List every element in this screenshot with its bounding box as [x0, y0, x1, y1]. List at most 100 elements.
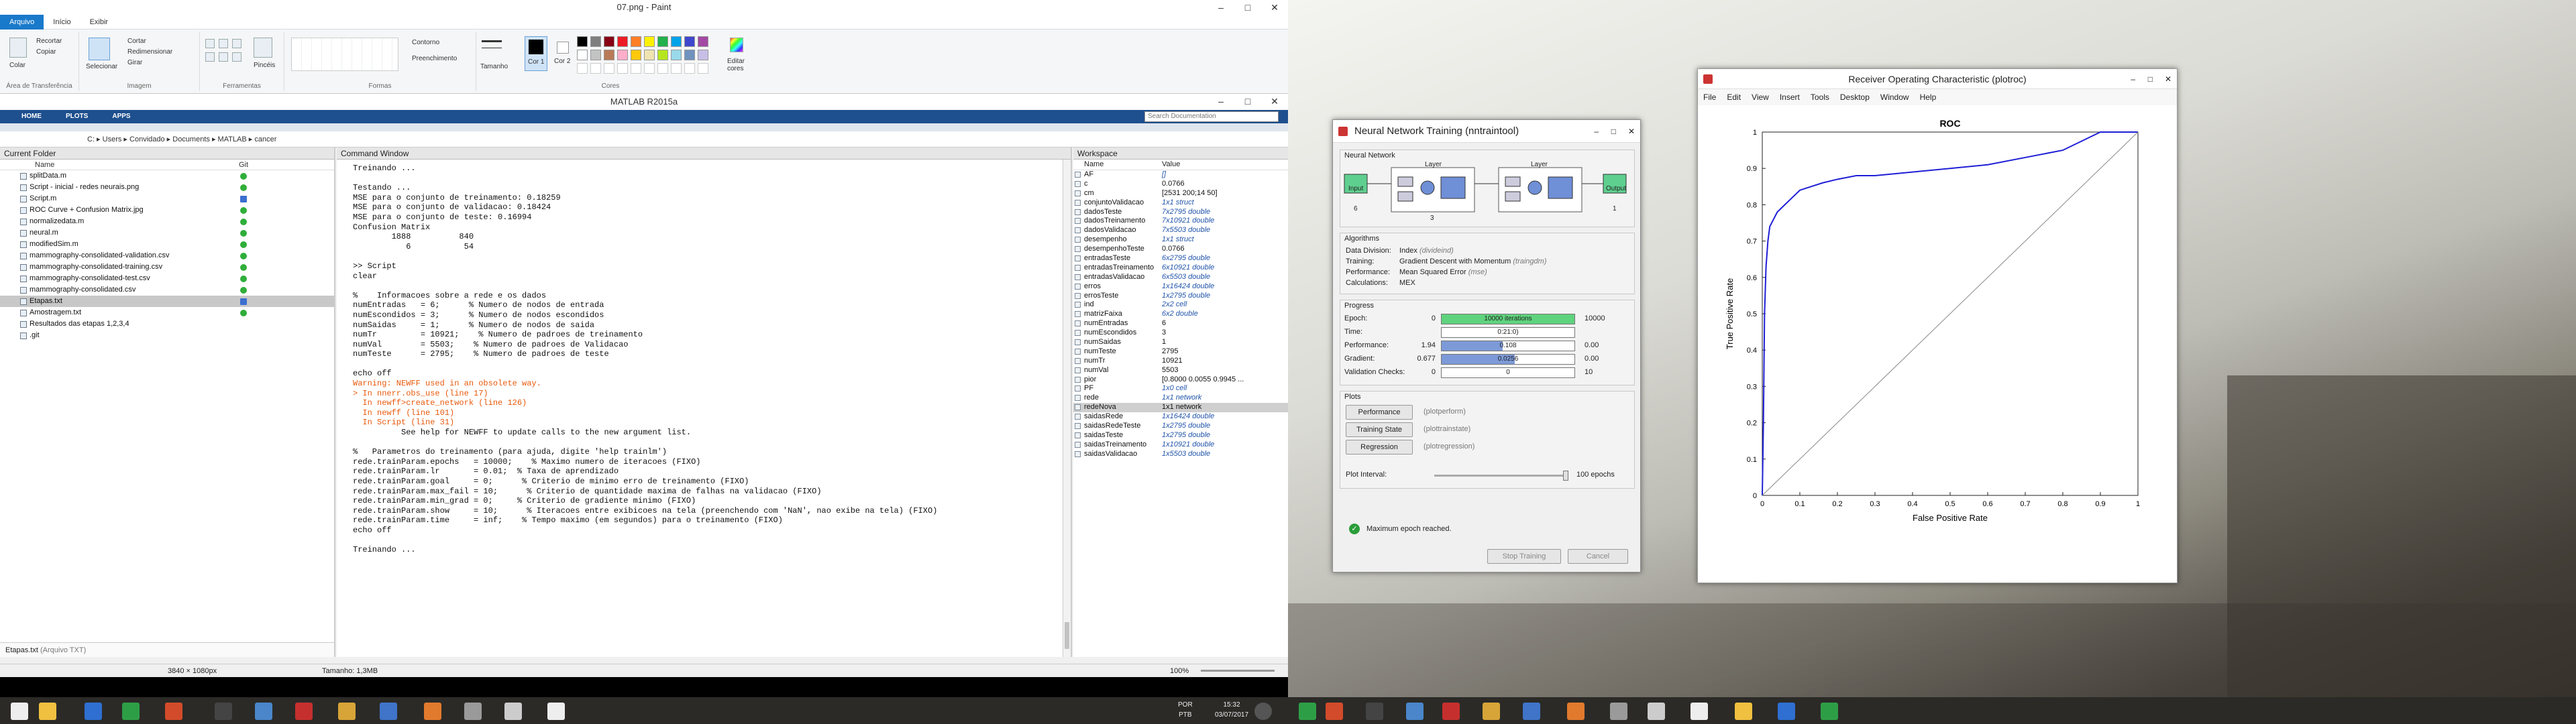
- fill-button[interactable]: Preenchimento: [412, 55, 457, 62]
- path-seg-0[interactable]: C:: [87, 135, 95, 143]
- palette-swatch[interactable]: [590, 36, 601, 47]
- file-row[interactable]: mammography-consolidated-test.csv: [0, 273, 334, 284]
- workspace-row[interactable]: dadosValidacao 7x5503 double: [1073, 226, 1288, 235]
- taskbar-app-icon[interactable]: [11, 703, 28, 720]
- workspace-row[interactable]: numEscondidos 3: [1073, 328, 1288, 338]
- palette-swatch[interactable]: [644, 50, 655, 60]
- folder-col-name[interactable]: Name: [35, 160, 54, 170]
- taskbar-app-icon[interactable]: [464, 703, 482, 720]
- taskbar-app-icon[interactable]: [424, 703, 441, 720]
- ws-col-value[interactable]: Value: [1162, 160, 1180, 168]
- path-seg-2[interactable]: Convidado: [129, 135, 165, 143]
- command-window-output[interactable]: Treinando ... Testando ... MSE para o con…: [337, 160, 1063, 657]
- file-row[interactable]: neural.m: [0, 227, 334, 239]
- menu-help[interactable]: Help: [1920, 93, 1937, 102]
- palette-swatch[interactable]: [631, 50, 641, 60]
- taskbar-app-icon[interactable]: [380, 703, 397, 720]
- taskbar-app-icon[interactable]: [215, 703, 232, 720]
- palette-swatch[interactable]: [698, 36, 708, 47]
- taskbar-app-icon[interactable]: [39, 703, 56, 720]
- menu-desktop[interactable]: Desktop: [1840, 93, 1870, 102]
- file-row[interactable]: mammography-consolidated.csv: [0, 284, 334, 296]
- close-button[interactable]: ✕: [1261, 0, 1288, 15]
- path-seg-3[interactable]: Documents: [172, 135, 210, 143]
- taskbar-app-icon[interactable]: [1299, 703, 1316, 720]
- palette-empty-swatch[interactable]: [631, 63, 641, 74]
- workspace-row[interactable]: c 0.0766: [1073, 180, 1288, 189]
- taskbar-app-icon[interactable]: [1690, 703, 1708, 720]
- menu-edit[interactable]: Edit: [1727, 93, 1741, 102]
- tab-plots[interactable]: PLOTS: [54, 110, 100, 123]
- workspace-row[interactable]: desempenho 1x1 struct: [1073, 235, 1288, 245]
- workspace-row[interactable]: errosTeste 1x2795 double: [1073, 292, 1288, 301]
- workspace-row[interactable]: redeNova 1x1 network: [1073, 403, 1288, 413]
- palette-empty-swatch[interactable]: [657, 63, 668, 74]
- text-icon[interactable]: [232, 39, 241, 48]
- workspace-row[interactable]: numEntradas 6: [1073, 319, 1288, 328]
- taskbar-app-icon[interactable]: [1326, 703, 1343, 720]
- copy-button[interactable]: Copiar: [36, 48, 56, 56]
- edit-colors-button[interactable]: Editar cores: [727, 58, 747, 72]
- color2-selector[interactable]: Cor 2: [551, 36, 574, 71]
- palette-swatch[interactable]: [671, 50, 682, 60]
- plot-button[interactable]: Regression: [1346, 440, 1413, 455]
- taskbar-app-icon[interactable]: [85, 703, 102, 720]
- menu-file[interactable]: File: [1703, 93, 1716, 102]
- workspace-row[interactable]: saidasRedeTeste 1x2795 double: [1073, 422, 1288, 431]
- palette-swatch[interactable]: [644, 36, 655, 47]
- palette-swatch[interactable]: [631, 36, 641, 47]
- plot-interval-slider[interactable]: [1434, 471, 1568, 481]
- palette-swatch[interactable]: [604, 36, 614, 47]
- workspace-row[interactable]: ind 2x2 cell: [1073, 300, 1288, 310]
- stop-training-button[interactable]: Stop Training: [1487, 549, 1561, 564]
- taskbar-app-icon[interactable]: [504, 703, 522, 720]
- palette-empty-swatch[interactable]: [671, 63, 682, 74]
- palette-swatch[interactable]: [698, 50, 708, 60]
- workspace-row[interactable]: saidasRede 1x16424 double: [1073, 412, 1288, 422]
- file-row[interactable]: Script - inicial - redes neurais.png: [0, 182, 334, 193]
- taskbar-app-icon[interactable]: [1406, 703, 1424, 720]
- crop-button[interactable]: Cortar: [127, 38, 146, 45]
- workspace-row[interactable]: rede 1x1 network: [1073, 394, 1288, 403]
- color1-selector[interactable]: Cor 1: [525, 36, 547, 71]
- palette-empty-swatch[interactable]: [590, 63, 601, 74]
- eraser-icon[interactable]: [205, 52, 215, 62]
- scrollbar-thumb[interactable]: [1065, 622, 1069, 649]
- command-window-scrollbar[interactable]: [1063, 160, 1071, 657]
- palette-empty-swatch[interactable]: [644, 63, 655, 74]
- workspace-row[interactable]: entradasTeste 6x2795 double: [1073, 254, 1288, 263]
- workspace-row[interactable]: dadosTreinamento 7x10921 double: [1073, 217, 1288, 226]
- palette-swatch[interactable]: [590, 50, 601, 60]
- fill-icon[interactable]: [219, 39, 228, 48]
- menu-tools[interactable]: Tools: [1811, 93, 1829, 102]
- roc-minimize-button[interactable]: –: [2131, 69, 2135, 89]
- taskbar-app-icon[interactable]: [1366, 703, 1383, 720]
- paste-button[interactable]: Colar: [9, 62, 25, 69]
- tab-arquivo[interactable]: Arquivo: [0, 15, 44, 29]
- input-language[interactable]: POR PTB: [1178, 700, 1193, 720]
- workspace-row[interactable]: numVal 5503: [1073, 366, 1288, 375]
- palette-swatch[interactable]: [577, 50, 588, 60]
- file-row[interactable]: Script.m: [0, 193, 334, 204]
- palette-empty-swatch[interactable]: [684, 63, 695, 74]
- workspace-row[interactable]: numSaidas 1: [1073, 338, 1288, 347]
- file-row[interactable]: ROC Curve + Confusion Matrix.jpg: [0, 204, 334, 216]
- palette-empty-swatch[interactable]: [604, 63, 614, 74]
- zoom-slider[interactable]: [1201, 670, 1275, 672]
- folder-col-git[interactable]: Git: [239, 160, 248, 170]
- plot-interval-thumb[interactable]: [1563, 471, 1568, 481]
- cut-button[interactable]: Recortar: [36, 38, 62, 45]
- maximize-button[interactable]: □: [1234, 0, 1261, 15]
- taskbar-app-icon[interactable]: [1483, 703, 1500, 720]
- file-row[interactable]: mammography-consolidated-validation.csv: [0, 250, 334, 261]
- taskbar-app-icon[interactable]: [1523, 703, 1540, 720]
- select-button[interactable]: Selecionar: [86, 63, 117, 70]
- outline-button[interactable]: Contorno: [412, 39, 439, 46]
- palette-swatch[interactable]: [657, 36, 668, 47]
- path-seg-1[interactable]: Users: [103, 135, 122, 143]
- menu-window[interactable]: Window: [1880, 93, 1909, 102]
- file-row[interactable]: mammography-consolidated-training.csv: [0, 261, 334, 273]
- palette-swatch[interactable]: [617, 36, 628, 47]
- file-row[interactable]: .git: [0, 330, 334, 341]
- palette-swatch[interactable]: [684, 36, 695, 47]
